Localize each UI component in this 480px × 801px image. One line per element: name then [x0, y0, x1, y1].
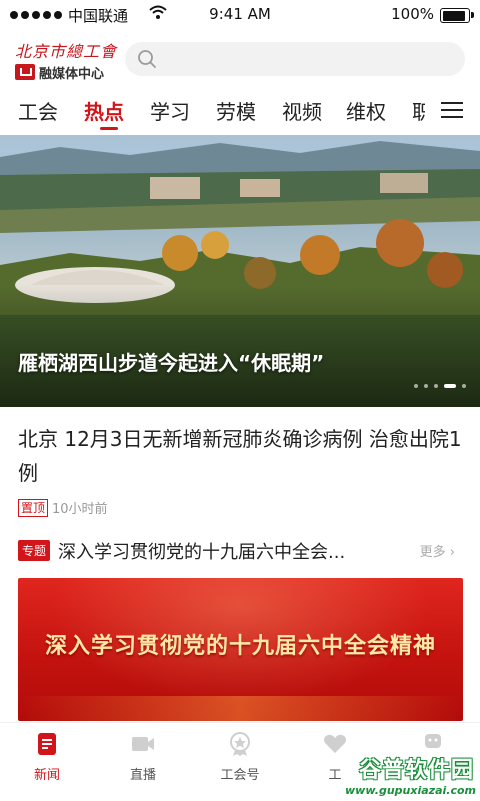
topic-banner[interactable]: 深入学习贯彻党的十九届六中全会精神 [18, 578, 463, 721]
tabbar-live-label: 直播 [129, 768, 156, 783]
tabbar-fourth[interactable]: 工 [300, 731, 370, 783]
bottom-tab-bar: 新闻 直播 工会号 工 [0, 722, 480, 801]
battery-icon [440, 8, 474, 23]
user-icon [425, 734, 441, 748]
active-tab-indicator [100, 127, 118, 130]
tabbar-news[interactable]: 新闻 [12, 731, 82, 783]
news-title[interactable]: 北京 12月3日无新增新冠肺炎确诊病例 治愈出院1例 [18, 422, 463, 490]
channel-tabs: 工会 热点 学习 劳模 视频 维权 职 [0, 90, 480, 132]
tabbar-fourth-label: 工 [328, 768, 342, 783]
tab-redian[interactable]: 热点 [84, 96, 124, 125]
logo-title: 北京市總工會 [15, 42, 118, 61]
tabbar-union-label: 工会号 [220, 768, 260, 783]
badge-icon [230, 732, 250, 756]
battery-percent: 100% [391, 5, 434, 23]
status-bar: 中国联通 9:41 AM 100% [0, 0, 480, 30]
more-link[interactable]: 更多 › [420, 541, 455, 560]
banner-text: 深入学习贯彻党的十九届六中全会精神 [44, 633, 436, 659]
video-camera-icon [132, 737, 154, 751]
logo-subtitle: 融媒体中心 [39, 67, 105, 82]
tabbar-news-label: 新闻 [33, 768, 60, 783]
logo-mark-icon [15, 64, 35, 80]
tab-laomo[interactable]: 劳模 [216, 96, 256, 125]
news-meta: 置顶 10小时前 [18, 498, 108, 517]
pinned-badge: 置顶 [18, 498, 49, 517]
menu-icon[interactable] [441, 102, 463, 120]
news-document-icon [38, 733, 56, 755]
tab-shipin[interactable]: 视频 [282, 96, 322, 125]
tab-gonghui[interactable]: 工会 [18, 96, 58, 125]
tab-zhi[interactable]: 职 [412, 96, 425, 125]
banner-stripe [18, 696, 463, 721]
news-time: 10小时前 [52, 502, 108, 517]
carousel-indicator [414, 384, 466, 388]
app-header: 北京市總工會 融媒体中心 [0, 30, 480, 90]
heart-icon [324, 734, 346, 753]
tabbar-profile[interactable] [398, 731, 468, 764]
topic-title[interactable]: 深入学习贯彻党的十九届六中全会... [58, 538, 345, 564]
news-item[interactable]: 北京 12月3日无新增新冠肺炎确诊病例 治愈出院1例 置顶 10小时前 [18, 422, 463, 517]
topic-row[interactable]: 专题 深入学习贯彻党的十九届六中全会... 更多 › [18, 538, 463, 564]
hero-carousel[interactable]: 雁栖湖西山步道今起进入“休眠期” [0, 135, 480, 407]
app-logo[interactable]: 北京市總工會 融媒体中心 [15, 38, 123, 84]
carrier-name: 中国联通 [68, 7, 129, 25]
signal-strength-icon [10, 11, 62, 19]
tabbar-live[interactable]: 直播 [108, 731, 178, 783]
search-icon [138, 50, 156, 68]
wifi-icon [149, 5, 167, 19]
search-input[interactable] [125, 42, 465, 76]
tabbar-union-account[interactable]: 工会号 [205, 731, 275, 783]
chevron-right-icon: › [449, 545, 455, 560]
tab-xuexi[interactable]: 学习 [150, 96, 190, 125]
topic-badge: 专题 [18, 540, 51, 561]
more-label: 更多 [419, 545, 446, 560]
tab-weiquan[interactable]: 维权 [346, 96, 386, 125]
hero-caption[interactable]: 雁栖湖西山步道今起进入“休眠期” [18, 347, 324, 376]
